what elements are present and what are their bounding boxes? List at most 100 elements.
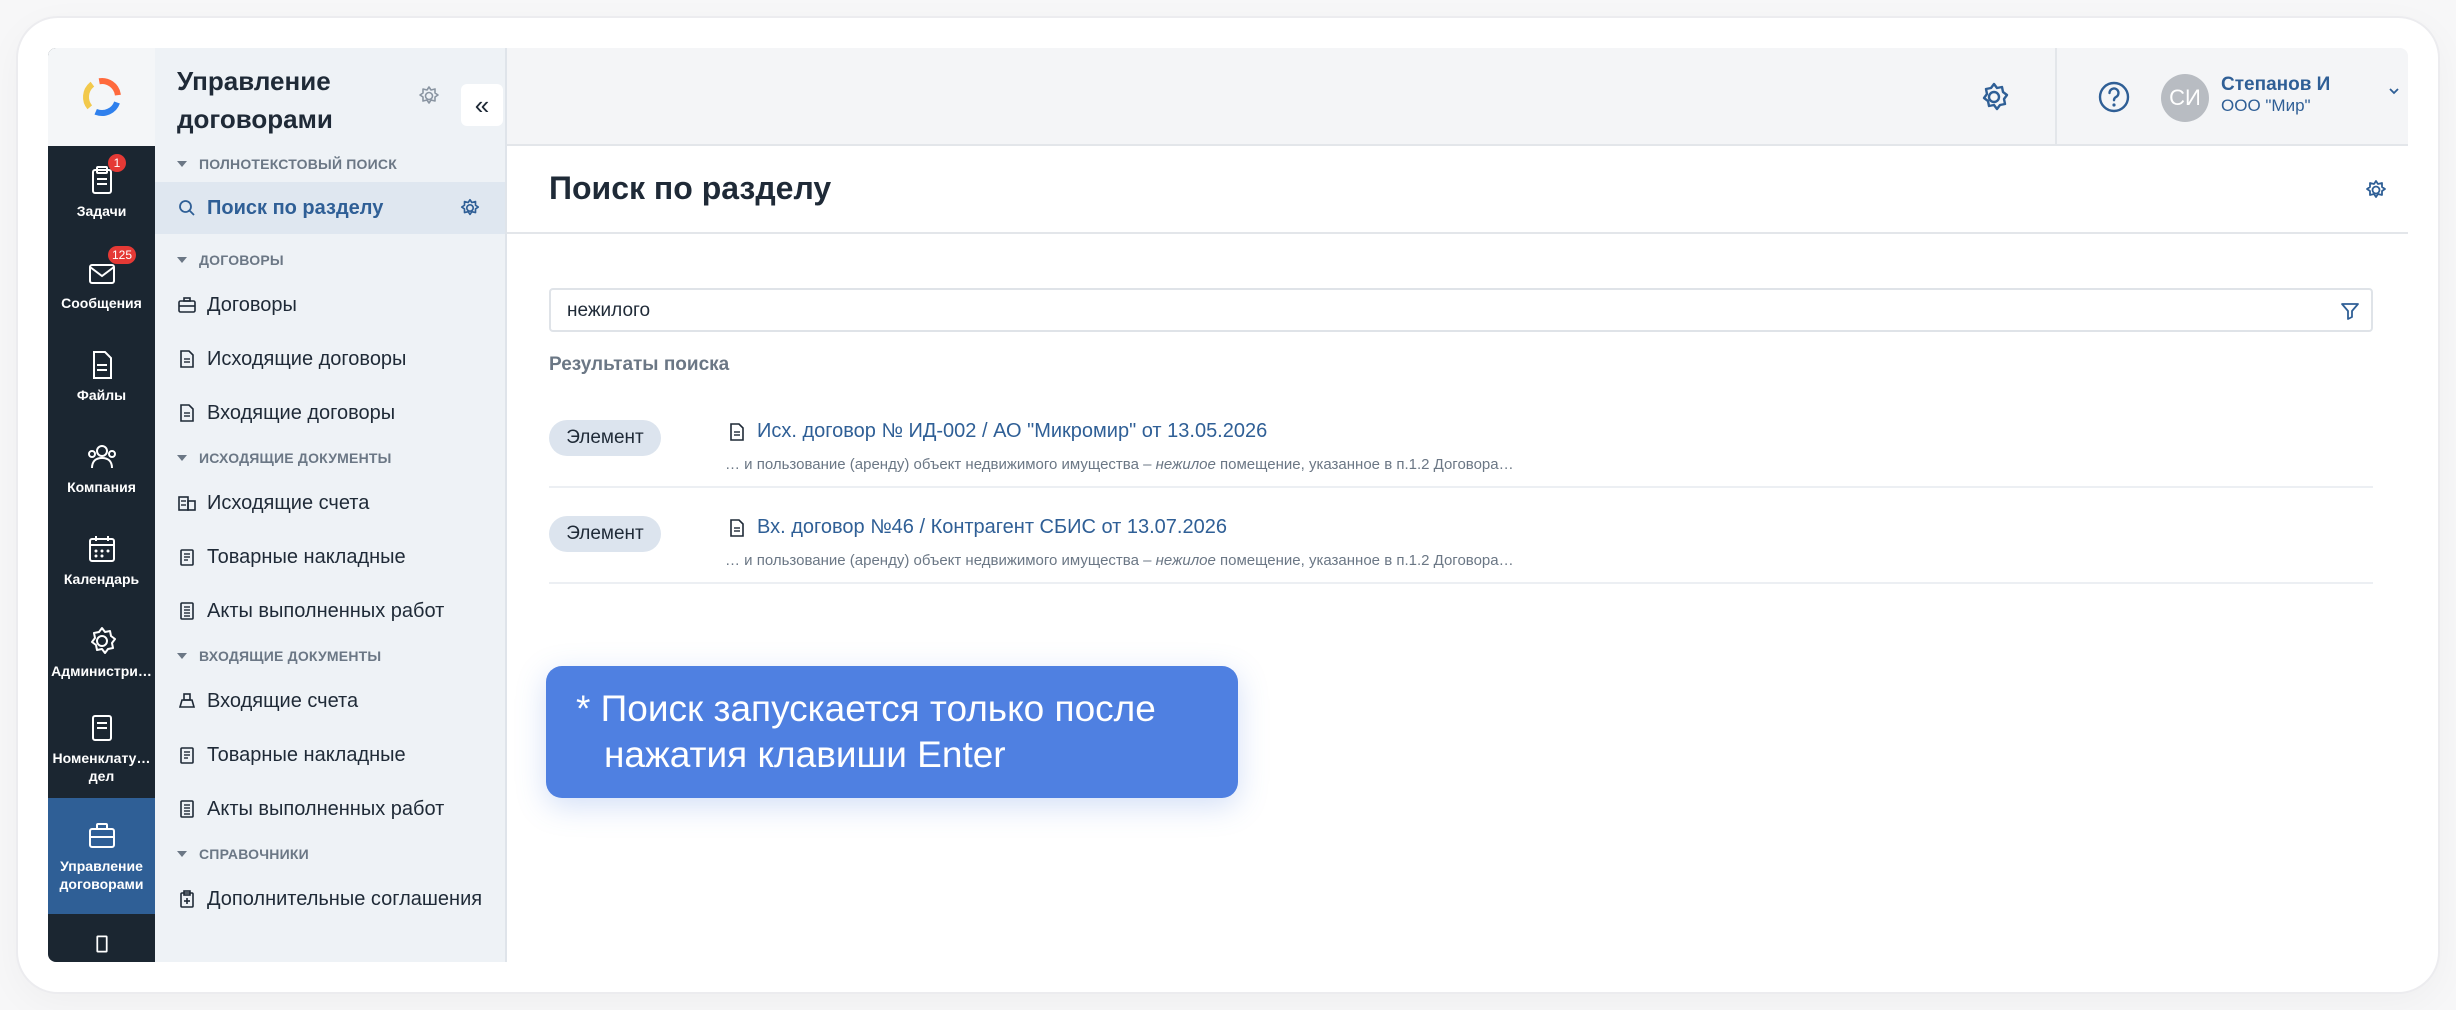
notification-badge: 1 (108, 154, 126, 172)
sidebar-item-incoming-invoices[interactable]: Входящие счета (155, 674, 505, 728)
app-logo[interactable] (48, 48, 155, 146)
divider (2055, 48, 2057, 144)
waybill-icon (180, 549, 194, 566)
calendar-icon (88, 536, 115, 562)
filter-icon[interactable] (2339, 300, 2361, 322)
book-icon (95, 935, 108, 953)
notification-badge: 125 (108, 246, 137, 264)
collapse-sidebar-button[interactable]: « (461, 84, 503, 126)
sidebar-item-section-search[interactable]: Поиск по разделу (155, 182, 505, 234)
search-input-value: нежилого (567, 300, 651, 321)
rail-label: Сообщения (61, 295, 142, 311)
rail-item-files[interactable]: Файлы (48, 330, 155, 422)
user-menu[interactable]: Степанов И ООО "Мир" (2221, 74, 2330, 116)
gear-icon[interactable] (1977, 80, 2011, 114)
rail-item-messages[interactable]: Сообщения 125 (48, 238, 155, 330)
document-icon (730, 423, 744, 441)
rail-label: Календарь (63, 571, 140, 587)
document-icon (180, 404, 194, 422)
rail-item-contracts[interactable]: Управление договорами (48, 798, 155, 914)
document-icon (730, 519, 744, 537)
briefcase-icon (178, 297, 196, 313)
sidebar-item-supplements[interactable]: Дополнительные соглашения (155, 872, 505, 926)
sidebar-item-label: Исходящие счета (207, 491, 370, 514)
settings-icon[interactable] (417, 84, 441, 108)
chevron-down-icon[interactable] (2387, 84, 2401, 98)
settings-icon[interactable] (2364, 178, 2388, 202)
snippet-text: помещение, указанное в п.1.2 Договора… (1215, 552, 1514, 569)
rail-item-tasks[interactable]: Задачи 1 (48, 146, 155, 238)
act-document-icon (180, 800, 194, 818)
rail-item-calendar[interactable]: Календарь (48, 514, 155, 606)
page-title: Поиск по разделу (549, 170, 832, 206)
briefcase-icon (88, 823, 115, 848)
rail-label: Задачи (76, 203, 127, 219)
group-incoming-docs[interactable]: ВХОДЯЩИЕ ДОКУМЕНТЫ (155, 638, 505, 674)
top-bar: СИ Степанов И ООО "Мир" (507, 48, 2408, 146)
search-result: Элемент Вх. договор №46 / Контрагент СБИ… (549, 490, 2373, 584)
caret-down-icon (177, 851, 187, 857)
sidebar-item-contracts[interactable]: Договоры (155, 278, 505, 332)
result-snippet: … и пользование (аренду) объект недвижим… (725, 552, 1514, 569)
sidebar-item-outgoing-contracts[interactable]: Исходящие договоры (155, 332, 505, 386)
rail-label: Компания (67, 479, 136, 495)
sidebar-item-outgoing-acts[interactable]: Акты выполненных работ (155, 584, 505, 638)
hint-line: нажатия клавиши Enter (604, 734, 1006, 775)
rail-label: Файлы (76, 387, 127, 403)
snippet-text: … и пользование (аренду) объект недвижим… (725, 552, 1156, 569)
group-label: ПОЛНОТЕКСТОВЫЙ ПОИСК (199, 156, 397, 172)
group-label: ВХОДЯЩИЕ ДОКУМЕНТЫ (199, 648, 382, 664)
rail-label: Управление договорами (59, 858, 144, 892)
sidebar-item-label: Входящие счета (207, 689, 359, 712)
search-input[interactable]: нежилого (549, 288, 2373, 332)
avatar[interactable]: СИ (2161, 74, 2209, 122)
waybill-icon (180, 747, 194, 764)
people-icon (87, 445, 116, 469)
rail-item-more[interactable] (48, 914, 155, 954)
result-snippet: … и пользование (аренду) объект недвижим… (725, 456, 1514, 473)
group-fulltext-search[interactable]: ПОЛНОТЕКСТОВЫЙ ПОИСК (155, 146, 505, 182)
result-link[interactable]: Исх. договор № ИД-002 / АО "Микромир" от… (757, 420, 1267, 443)
sidebar-item-incoming-acts[interactable]: Акты выполненных работ (155, 782, 505, 836)
settings-icon[interactable] (459, 197, 481, 219)
hint-line: * Поиск запускается только после (576, 688, 1156, 729)
search-result: Элемент Исх. договор № ИД-002 / АО "Микр… (549, 394, 2373, 488)
sidebar-item-incoming-waybills[interactable]: Товарные накладные (155, 728, 505, 782)
snippet-text: … и пользование (аренду) объект недвижим… (725, 456, 1156, 473)
sidebar-item-label: Поиск по разделу (207, 196, 384, 219)
sidebar-item-label: Договоры (207, 293, 297, 316)
section-sidebar: Управление договорами « ПОЛНОТЕКСТОВЫЙ П… (155, 48, 507, 962)
sidebar-item-outgoing-waybills[interactable]: Товарные накладные (155, 530, 505, 584)
rail-item-admin[interactable]: Администри… (48, 606, 155, 698)
help-icon[interactable] (2097, 80, 2131, 114)
logo-icon (82, 78, 121, 116)
results-title: Результаты поиска (549, 354, 730, 375)
rail-label: Администри… (51, 663, 152, 679)
rail-item-company[interactable]: Компания (48, 422, 155, 514)
caret-down-icon (177, 455, 187, 461)
rail-item-nomenclature[interactable]: Номенклату… дел (48, 698, 155, 798)
result-type-chip: Элемент (549, 420, 661, 456)
group-label: ИСХОДЯЩИЕ ДОКУМЕНТЫ (199, 450, 392, 466)
sidebar-item-label: Исходящие договоры (207, 347, 407, 370)
main-content: СИ Степанов И ООО "Мир" Поиск по разделу… (507, 48, 2408, 962)
sidebar-item-label: Акты выполненных работ (207, 797, 445, 820)
result-link[interactable]: Вх. договор №46 / Контрагент СБИС от 13.… (757, 516, 1227, 539)
search-icon (179, 200, 195, 216)
group-references[interactable]: СПРАВОЧНИКИ (155, 836, 505, 872)
sidebar-item-incoming-contracts[interactable]: Входящие договоры (155, 386, 505, 440)
snippet-text: помещение, указанное в п.1.2 Договора… (1215, 456, 1514, 473)
sidebar-item-outgoing-invoices[interactable]: Исходящие счета (155, 476, 505, 530)
cash-register-icon (178, 693, 196, 708)
group-label: СПРАВОЧНИКИ (199, 846, 309, 862)
file-icon (92, 351, 112, 379)
sidebar-item-label: Товарные накладные (207, 545, 406, 568)
group-outgoing-docs[interactable]: ИСХОДЯЩИЕ ДОКУМЕНТЫ (155, 440, 505, 476)
sidebar-item-label: Дополнительные соглашения (207, 887, 483, 910)
sidebar-item-label: Акты выполненных работ (207, 599, 445, 622)
group-label: ДОГОВОРЫ (199, 252, 284, 268)
snippet-highlight: нежилое (1155, 552, 1216, 569)
gear-icon (90, 627, 116, 654)
user-org: ООО "Мир" (2221, 96, 2311, 115)
group-contracts[interactable]: ДОГОВОРЫ (155, 242, 505, 278)
